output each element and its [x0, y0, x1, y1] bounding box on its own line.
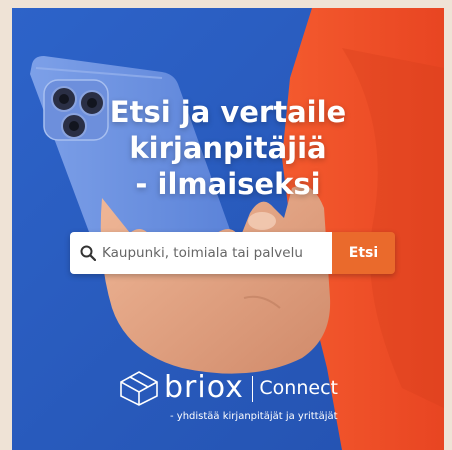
logo-divider	[251, 376, 254, 402]
headline-line-2: kirjanpitäjiä	[129, 131, 327, 165]
tagline: - yhdistää kirjanpitäjät ja yrittäjät	[170, 411, 338, 422]
headline-line-1: Etsi ja vertaile	[109, 95, 347, 129]
search-bar: Etsi	[70, 232, 395, 274]
search-field[interactable]	[70, 232, 332, 274]
headline: Etsi ja vertaile kirjanpitäjiä - ilmaise…	[12, 94, 444, 202]
ad-banner[interactable]: Etsi ja vertaile kirjanpitäjiä - ilmaise…	[12, 8, 444, 450]
search-button[interactable]: Etsi	[332, 232, 395, 274]
brand-name: briox	[164, 370, 244, 405]
headline-line-3: - ilmaiseksi	[135, 167, 321, 201]
search-input[interactable]	[102, 245, 332, 261]
briox-cube-logo-icon	[120, 371, 158, 406]
product-name: Connect	[259, 377, 338, 399]
briox-connect-logo[interactable]: briox Connect	[118, 370, 338, 406]
search-icon	[80, 245, 96, 261]
